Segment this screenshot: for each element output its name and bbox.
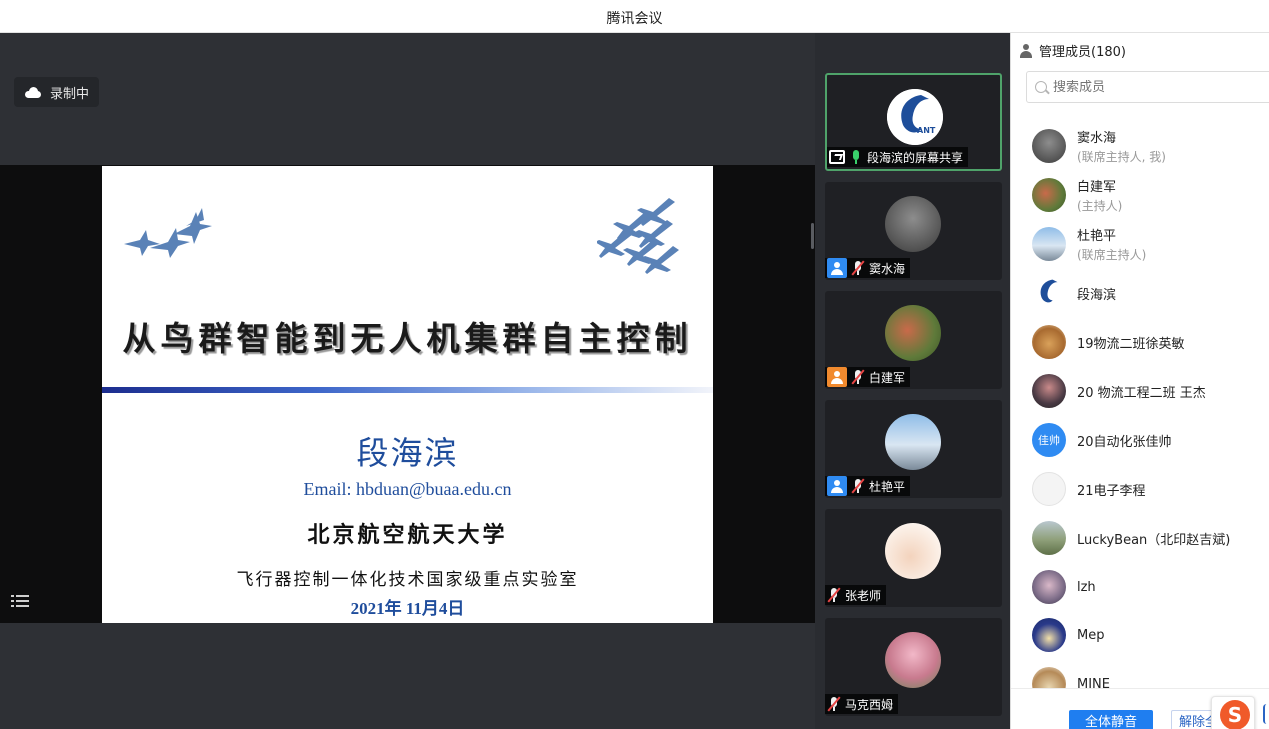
user-role-icon [827,258,847,278]
avatar [1032,472,1066,506]
member-item[interactable]: 20 物流工程二班 王杰 [1032,371,1269,411]
birds-left-icon [124,208,212,258]
screen-share-icon [829,150,845,164]
member-item[interactable]: 21电子李程 [1032,469,1269,509]
member-panel-header: 管理成员(180) [1019,41,1126,60]
presentation-slide: 从鸟群智能到无人机集群自主控制 段海滨 Email: hbduan@buaa.e… [102,166,713,623]
avatar [885,632,941,688]
video-label: 窦水海 [825,258,911,278]
avatar [1032,227,1066,261]
avatar: 佳帅 [1032,423,1066,457]
overflow-button-edge[interactable] [1263,704,1269,724]
member-item[interactable]: 杜艳平 (联席主持人) [1032,224,1269,264]
search-icon [1035,81,1047,93]
window-title: 腾讯会议 [606,11,663,27]
title-bar: 腾讯会议 [0,0,1269,33]
mute-all-button[interactable]: 全体静音 [1069,710,1153,729]
avatar [1032,325,1066,359]
avatar [1032,570,1066,604]
recording-indicator[interactable]: 录制中 [14,77,100,107]
member-item[interactable]: 白建军 (主持人) [1032,175,1269,215]
meeting-window: 腾讯会议 录制中 从鸟群智能到无人机集群自主控制 段海滨 Email: hbdu… [0,0,1269,729]
avatar: ANT [887,89,943,145]
member-panel-title: 管理成员(180) [1039,45,1126,60]
slide-university: 北京航空航天大学 [307,522,508,548]
person-icon [1019,43,1033,58]
video-scrollbar[interactable] [811,223,814,249]
mic-muted-icon [851,369,865,385]
member-search-input[interactable] [1053,79,1253,95]
video-tile-participant[interactable]: 白建军 [825,291,1002,389]
slide-lab: 飞行器控制一体化技术国家级重点实验室 [236,570,579,590]
mic-muted-icon [851,260,865,276]
member-item[interactable]: 段海滨 [1032,273,1269,313]
user-role-icon [827,476,847,496]
mic-on-icon [849,149,863,165]
video-label: 马克西姆 [825,694,899,714]
video-label: 杜艳平 [825,476,911,496]
avatar [885,305,941,361]
host-role-icon [827,367,847,387]
avatar [1032,178,1066,212]
avatar [1032,618,1066,652]
mic-muted-icon [851,478,865,494]
list-icon[interactable] [10,592,30,610]
member-item[interactable]: 窦水海 (联席主持人, 我) [1032,126,1269,166]
slide-author: 段海滨 [356,434,459,472]
video-tile-participant[interactable]: 窦水海 [825,182,1002,280]
avatar [885,523,941,579]
sogou-ime-icon[interactable]: S [1211,696,1255,729]
cloud-icon [24,86,42,98]
slide-email: Email: hbduan@buaa.edu.cn [303,479,512,499]
member-item[interactable]: Mep [1032,615,1269,655]
avatar [1032,374,1066,408]
slide-date: 2021年 11月4日 [350,599,465,618]
avatar [1032,521,1066,555]
recording-label: 录制中 [50,86,90,102]
slide-divider [102,387,713,393]
avatar [1032,129,1066,163]
svg-text:ANT: ANT [917,126,936,135]
member-panel: 管理成员(180) 窦水海(联席主持人, 我) 白建军(主持人) 杜艳平(联席主… [1010,33,1269,729]
slide-title: 从鸟群智能到无人机集群自主控制 [122,319,693,358]
video-tile-participant[interactable]: 杜艳平 [825,400,1002,498]
mic-muted-icon [827,587,841,603]
video-column: ANT 段海滨的屏幕共享 窦水海 白建军 杜艳平 张老师 马克西姆 [811,33,1010,729]
video-label: 段海滨的屏幕共享 [827,147,969,167]
video-tile-screen-share[interactable]: ANT 段海滨的屏幕共享 [825,73,1002,171]
member-item[interactable]: lzh [1032,567,1269,607]
avatar [885,196,941,252]
video-label: 白建军 [825,367,911,387]
avatar [1032,276,1066,310]
video-tile-participant[interactable]: 马克西姆 [825,618,1002,716]
member-item[interactable]: LuckyBean（北印赵吉斌) [1032,518,1269,558]
member-item[interactable]: 佳帅 20自动化张佳帅 [1032,420,1269,460]
avatar [885,414,941,470]
video-tile-participant[interactable]: 张老师 [825,509,1002,607]
mic-muted-icon [827,696,841,712]
member-search[interactable] [1026,71,1269,103]
video-label: 张老师 [825,585,887,605]
member-item[interactable]: 19物流二班徐英敏 [1032,322,1269,362]
planes-right-icon [597,198,679,274]
